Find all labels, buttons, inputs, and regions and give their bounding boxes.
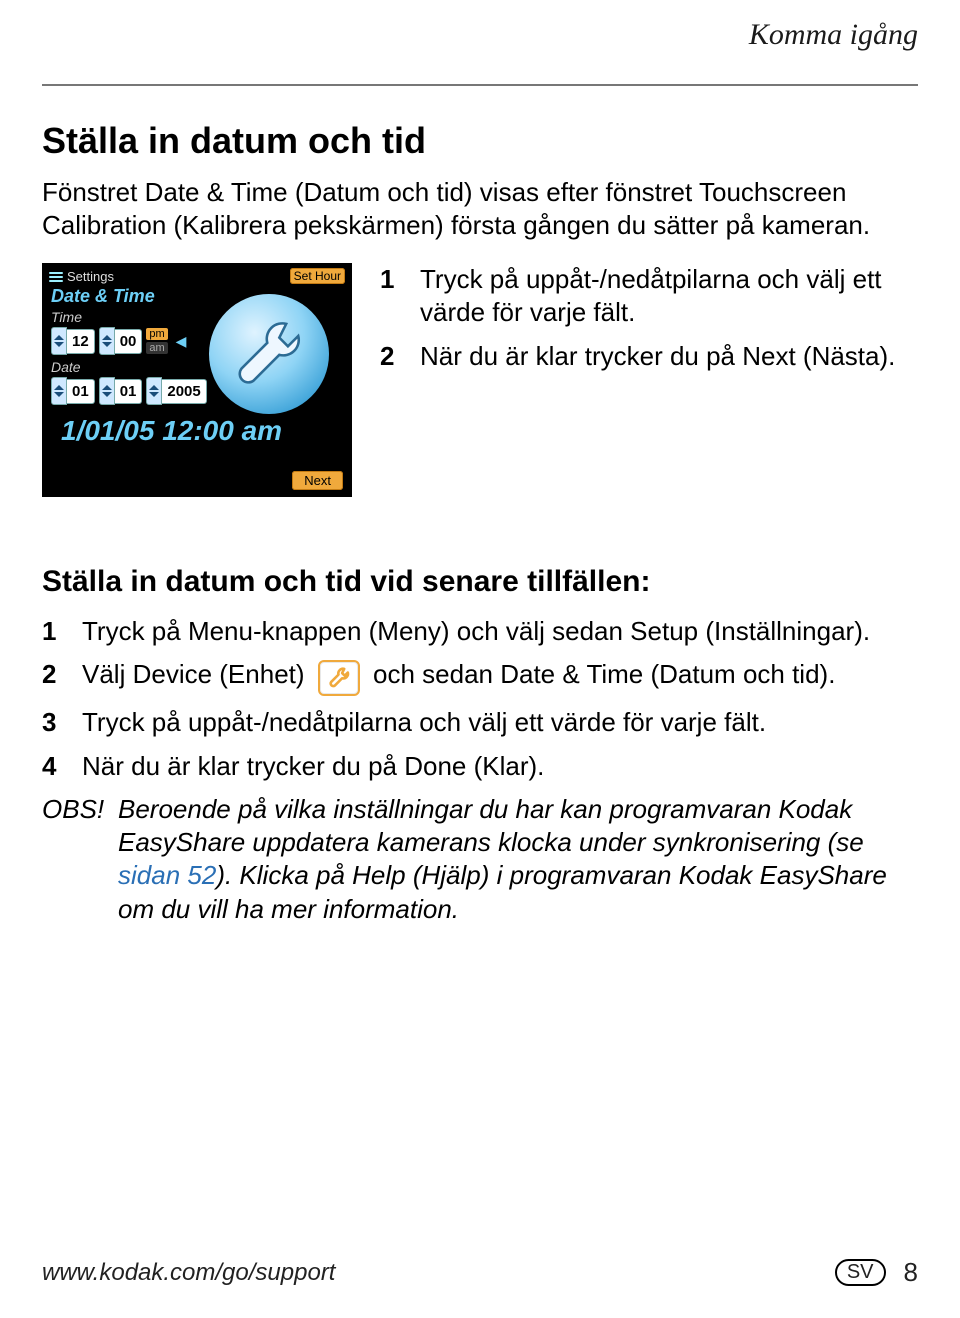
day-spinner[interactable]: 01	[99, 377, 143, 405]
ampm-toggle[interactable]: pm am	[146, 328, 167, 354]
step-text: Tryck på uppåt-/nedåtpilarna och välj et…	[420, 263, 918, 330]
section-header: Komma igång	[749, 18, 918, 52]
initial-steps: 1 Tryck på uppåt-/nedåtpilarna och välj …	[380, 263, 918, 383]
note-text-b: ). Klicka på Help (Hjälp) i programvaran…	[118, 860, 887, 923]
wrench-icon	[226, 311, 312, 397]
minute-value: 00	[115, 329, 143, 354]
am-label: am	[146, 342, 167, 354]
note-row: OBS! Beroende på vilka inställningar du …	[42, 793, 918, 926]
step-number: 4	[42, 750, 66, 783]
page-link[interactable]: sidan 52	[118, 860, 216, 890]
triangle-left-icon: ◀	[176, 333, 187, 350]
note-label: OBS!	[42, 793, 100, 926]
step-item: 1 Tryck på uppåt-/nedåtpilarna och välj …	[380, 263, 918, 330]
page-heading: Ställa in datum och tid	[42, 120, 918, 162]
step-text: När du är klar trycker du på Done (Klar)…	[82, 750, 544, 783]
hour-value: 12	[67, 329, 95, 354]
year-value: 2005	[162, 379, 206, 404]
header-rule	[42, 84, 918, 86]
step-number: 1	[380, 263, 404, 330]
header-area: Komma igång	[42, 18, 918, 40]
language-badge: SV	[835, 1259, 886, 1286]
camera-screen-mock: Settings Set Hour Date & Time Time 12 00…	[42, 263, 352, 497]
step-item: 3 Tryck på uppåt-/nedåtpilarna och välj …	[42, 706, 918, 739]
screen-top-bar: Settings Set Hour	[43, 264, 351, 284]
day-value: 01	[115, 379, 143, 404]
step-text-b: och sedan Date & Time (Datum och tid).	[373, 659, 835, 689]
wrench-graphic	[209, 294, 339, 424]
step-text: När du är klar trycker du på Next (Nästa…	[420, 340, 895, 373]
step-item: 1 Tryck på Menu-knappen (Meny) och välj …	[42, 615, 918, 648]
subheading: Ställa in datum och tid vid senare tillf…	[42, 565, 918, 599]
month-value: 01	[67, 379, 95, 404]
step-text-a: Välj Device (Enhet)	[82, 659, 312, 689]
device-wrench-icon	[318, 660, 360, 696]
hour-spinner[interactable]: 12	[51, 327, 95, 355]
month-spinner[interactable]: 01	[51, 377, 95, 405]
note-text-a: Beroende på vilka inställningar du har k…	[118, 794, 864, 857]
later-steps: 1 Tryck på Menu-knappen (Meny) och välj …	[42, 615, 918, 926]
step-number: 1	[42, 615, 66, 648]
year-spinner[interactable]: 2005	[146, 377, 206, 405]
step-text: Tryck på Menu-knappen (Meny) och välj se…	[82, 615, 870, 648]
intro-paragraph: Fönstret Date & Time (Datum och tid) vis…	[42, 176, 918, 241]
pm-label: pm	[146, 328, 167, 340]
minute-spinner[interactable]: 00	[99, 327, 143, 355]
menu-icon	[49, 270, 63, 282]
step-number: 3	[42, 706, 66, 739]
page: Komma igång Ställa in datum och tid Föns…	[0, 0, 960, 1318]
page-footer: www.kodak.com/go/support SV 8	[42, 1257, 918, 1288]
note-text: Beroende på vilka inställningar du har k…	[118, 793, 918, 926]
step-item: 4 När du är klar trycker du på Done (Kla…	[42, 750, 918, 783]
screen-settings-label: Settings	[67, 269, 114, 284]
step-item: 2 Välj Device (Enhet) och sedan Date & T…	[42, 658, 918, 696]
screenshot-and-steps-row: Settings Set Hour Date & Time Time 12 00…	[42, 263, 918, 497]
page-number: 8	[904, 1257, 918, 1288]
next-button[interactable]: Next	[292, 471, 343, 490]
set-hour-button[interactable]: Set Hour	[290, 268, 345, 284]
step-item: 2 När du är klar trycker du på Next (Näs…	[380, 340, 918, 373]
step-text: Tryck på uppåt-/nedåtpilarna och välj et…	[82, 706, 766, 739]
step-number: 2	[380, 340, 404, 373]
footer-right: SV 8	[835, 1257, 918, 1288]
step-number: 2	[42, 658, 66, 696]
step-text: Välj Device (Enhet) och sedan Date & Tim…	[82, 658, 835, 696]
footer-url[interactable]: www.kodak.com/go/support	[42, 1259, 335, 1287]
